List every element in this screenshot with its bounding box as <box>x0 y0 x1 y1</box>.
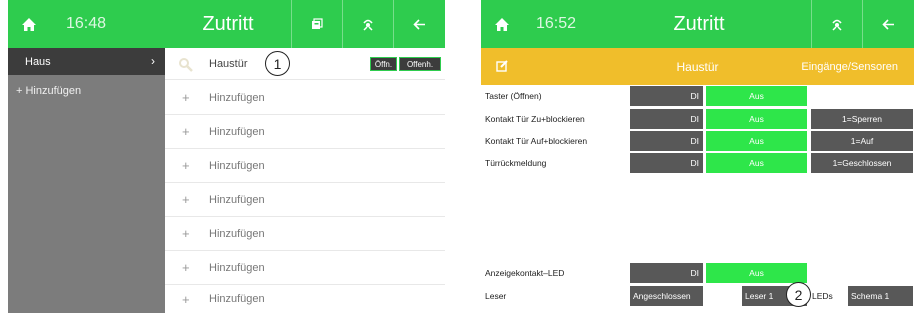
list-item-add[interactable]: + Hinzufügen <box>165 115 445 149</box>
cards-button[interactable] <box>291 0 342 48</box>
list-item-label: Hinzufügen <box>209 125 265 138</box>
logic-cell[interactable]: 1=Auf <box>811 131 913 151</box>
home-icon <box>22 17 36 31</box>
header-bar: 16:48 Zutritt <box>8 0 445 48</box>
home-button[interactable] <box>8 0 50 48</box>
inputs-sensors-link[interactable]: Eingänge/Sensoren <box>801 48 898 85</box>
state-cell: Aus <box>706 131 807 151</box>
home-icon <box>495 17 509 31</box>
back-button[interactable] <box>393 0 445 48</box>
callout-marker: 1 <box>265 51 290 76</box>
list-item-label: Hinzufügen <box>209 91 265 104</box>
sidebar-item-haus[interactable]: Haus › <box>8 48 165 75</box>
list-item-haustuer[interactable]: Haustür 1 Öffn. Offenh. <box>165 48 445 80</box>
sidebar: Haus › + Hinzufügen <box>8 48 165 313</box>
logic-cell[interactable]: 1=Sperren <box>811 109 913 129</box>
clock: 16:48 <box>66 15 107 32</box>
list-item-label: Haustür <box>209 57 248 70</box>
sidebar-add-button[interactable]: + Hinzufügen <box>8 75 165 107</box>
input-type-cell[interactable]: DI <box>630 153 703 173</box>
plus-icon: + <box>182 192 190 207</box>
keep-open-button[interactable]: Offenh. <box>399 57 441 71</box>
list-item-label: Hinzufügen <box>209 261 265 274</box>
plus-icon: + <box>182 90 190 105</box>
state-cell: Aus <box>706 86 807 106</box>
state-cell: Aus <box>706 263 807 283</box>
zones-button[interactable] <box>342 0 393 48</box>
plus-icon: + <box>182 291 190 307</box>
row-label: Leser <box>485 291 507 301</box>
input-type-cell[interactable]: DI <box>630 86 703 106</box>
page-title: Zutritt <box>673 12 725 35</box>
input-type-cell[interactable]: DI <box>630 263 703 283</box>
right-screen: 16:52 Zutritt Haustür Eingänge/Sensoren … <box>481 0 914 313</box>
list-item-add[interactable]: + Hinzufügen <box>165 183 445 217</box>
led-scheme-select[interactable]: Schema 1 <box>848 286 913 306</box>
list-item-label: Hinzufügen <box>209 293 265 305</box>
leds-label: LEDs <box>812 291 833 301</box>
chevron-right-icon: › <box>151 54 155 68</box>
sidebar-item-label: Haus <box>25 55 51 68</box>
back-arrow-icon <box>882 18 894 30</box>
sidebar-add-label: + Hinzufügen <box>16 85 82 97</box>
cards-icon <box>312 18 323 29</box>
row-label: Anzeigekontakt–LED <box>485 268 565 278</box>
logic-cell[interactable]: 1=Geschlossen <box>811 153 913 173</box>
list-item-add[interactable]: + Hinzufügen <box>165 81 445 115</box>
list-item-label: Hinzufügen <box>209 227 265 240</box>
reader-status-cell[interactable]: Angeschlossen <box>630 286 703 306</box>
open-button[interactable]: Öffn. <box>370 57 397 71</box>
magnifier-icon <box>179 58 193 72</box>
clock: 16:52 <box>536 15 577 32</box>
state-cell: Aus <box>706 109 807 129</box>
plus-icon: + <box>182 124 190 139</box>
back-arrow-icon <box>413 18 425 30</box>
zones-button[interactable] <box>811 0 862 48</box>
input-type-cell[interactable]: DI <box>630 109 703 129</box>
row-label: Taster (Öffnen) <box>485 91 542 101</box>
plus-icon: + <box>182 158 190 173</box>
list-item-add[interactable]: + Hinzufügen <box>165 217 445 251</box>
callout-marker: 2 <box>786 282 811 307</box>
sub-header-bar: Haustür Eingänge/Sensoren <box>481 48 914 85</box>
list-item-label: Hinzufügen <box>209 159 265 172</box>
zones-icon <box>363 19 373 31</box>
zones-icon <box>832 19 842 31</box>
row-label: Kontakt Tür Auf+blockieren <box>485 136 588 146</box>
list-item-add[interactable]: + Hinzufügen <box>165 251 445 285</box>
plus-icon: + <box>182 260 190 275</box>
home-button[interactable] <box>481 0 523 48</box>
list-item-add[interactable]: + Hinzufügen <box>165 149 445 183</box>
left-screen: 16:48 Zutritt Haus › + Hinzufügen Haustü… <box>8 0 445 313</box>
plus-icon: + <box>182 226 190 241</box>
list-item-label: Hinzufügen <box>209 193 265 206</box>
list-item-add[interactable]: + Hinzufügen <box>165 285 445 313</box>
row-label: Türrückmeldung <box>485 158 547 168</box>
page-title: Zutritt <box>202 12 254 35</box>
back-button[interactable] <box>862 0 914 48</box>
state-cell: Aus <box>706 153 807 173</box>
input-type-cell[interactable]: DI <box>630 131 703 151</box>
header-bar: 16:52 Zutritt <box>481 0 914 48</box>
row-label: Kontakt Tür Zu+blockieren <box>485 114 585 124</box>
